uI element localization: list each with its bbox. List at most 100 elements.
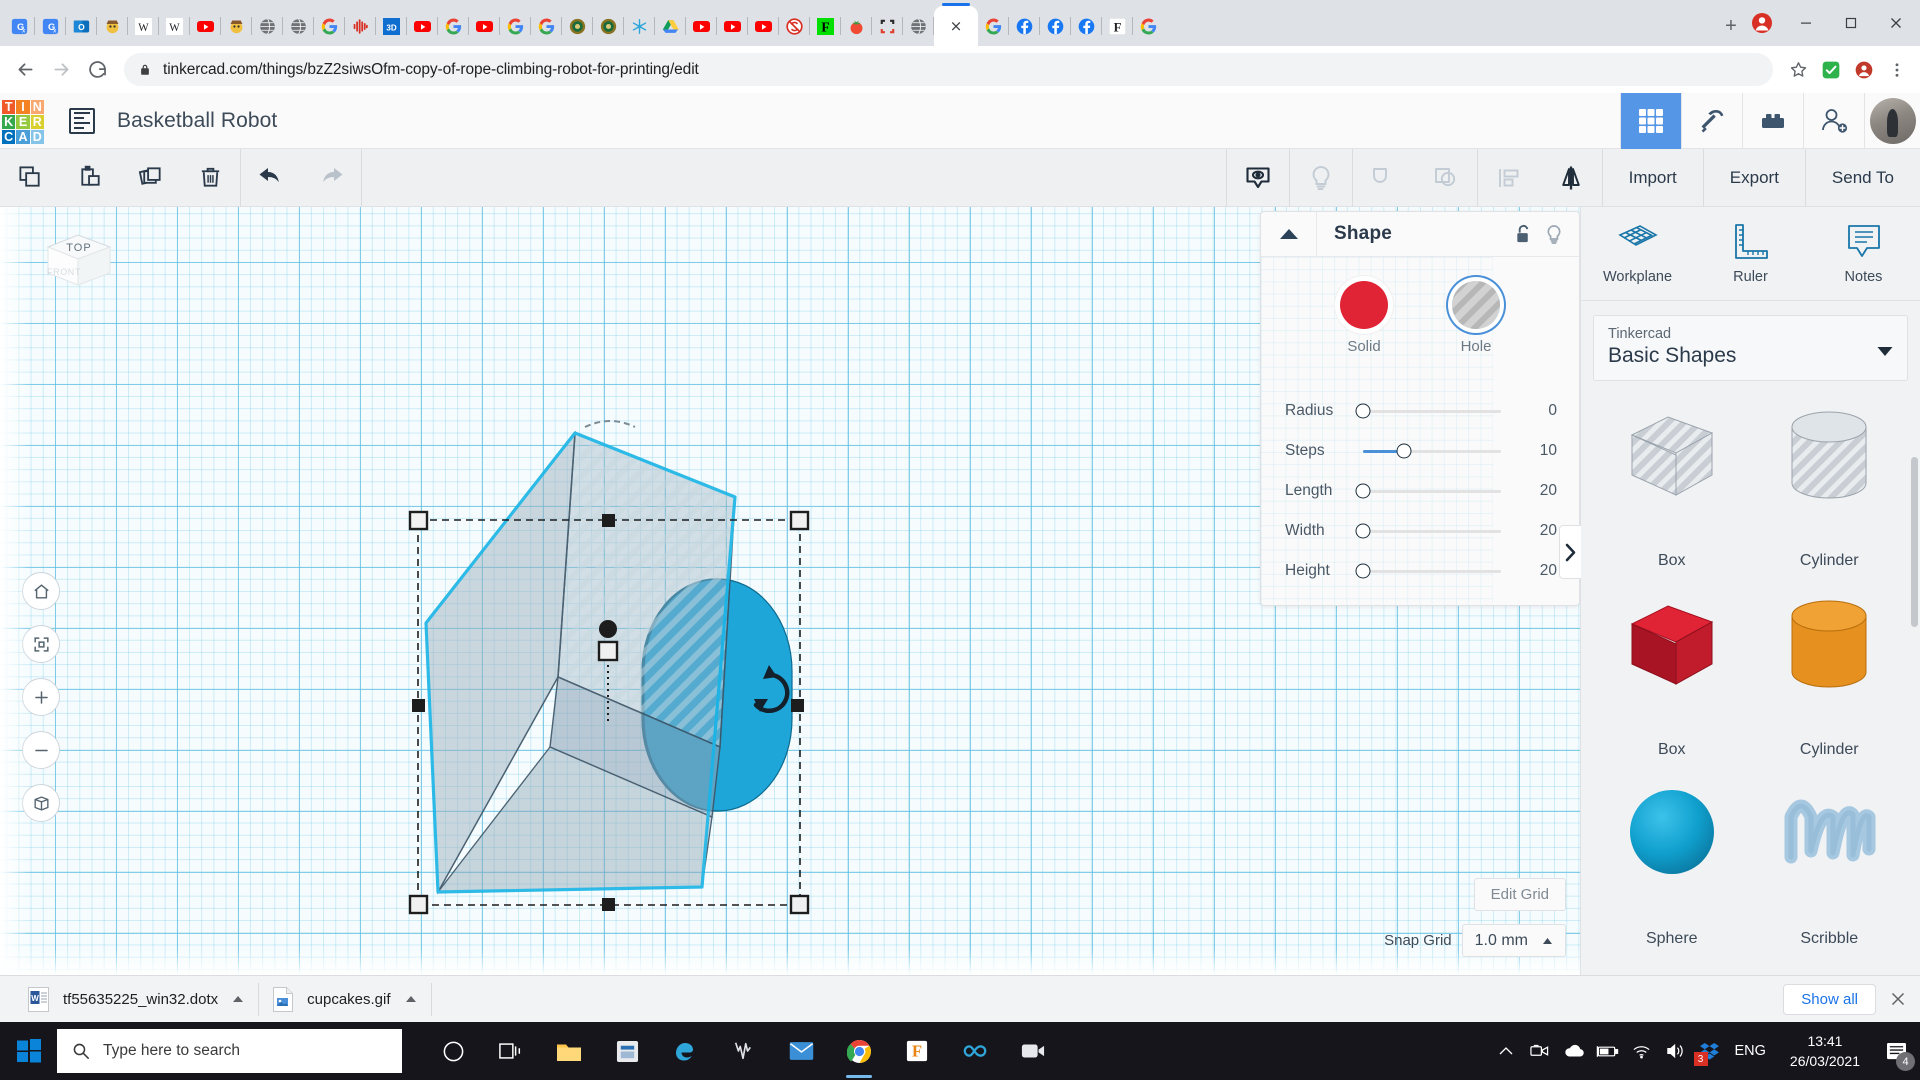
address-bar[interactable]: tinkercad.com/things/bzZ2siwsOfm-copy-of… [124, 53, 1773, 86]
three-dot-menu-icon[interactable] [1882, 55, 1912, 85]
slider-track-steps[interactable] [1363, 450, 1501, 453]
camera-video-icon[interactable] [1523, 1022, 1557, 1080]
browser-tab[interactable]: 3D [376, 6, 407, 46]
mark-icon[interactable] [714, 1022, 772, 1080]
collapse-panel-handle[interactable] [1559, 525, 1581, 579]
browser-tab[interactable] [978, 6, 1009, 46]
extension-puzzle-icon[interactable] [1849, 55, 1879, 85]
lego-brick-icon[interactable] [1742, 93, 1803, 149]
close-window-button[interactable] [1873, 7, 1918, 39]
chevron-up-icon[interactable] [1489, 1022, 1523, 1080]
show-all-downloads-button[interactable]: Show all [1783, 984, 1876, 1015]
import-button[interactable]: Import [1602, 149, 1703, 207]
download-item-1[interactable]: W tf55635225_win32.dotx [14, 983, 259, 1016]
browser-tab[interactable] [872, 6, 903, 46]
language-indicator[interactable]: ENG [1727, 1043, 1778, 1059]
list-menu-icon[interactable] [69, 108, 95, 134]
windows-start-icon[interactable] [0, 1022, 57, 1080]
forward-arrow-icon[interactable] [44, 53, 78, 87]
slider-value-steps[interactable]: 10 [1517, 442, 1579, 460]
browser-tab[interactable] [283, 6, 314, 46]
shape-item-cylinder-3[interactable]: Cylinder [1751, 584, 1909, 773]
pickaxe-icon[interactable] [1681, 93, 1742, 149]
browser-tab[interactable] [903, 6, 934, 46]
sidebar-scrollbar[interactable] [1911, 457, 1918, 627]
page-title[interactable]: Basketball Robot [117, 109, 277, 133]
back-arrow-icon[interactable] [8, 53, 42, 87]
slider-value-length[interactable]: 20 [1517, 482, 1579, 500]
infinity-icon[interactable] [946, 1022, 1004, 1080]
browser-tab[interactable] [655, 6, 686, 46]
browser-tab[interactable] [97, 6, 128, 46]
duplicate-icon[interactable] [120, 149, 180, 207]
library-dropdown[interactable]: Tinkercad Basic Shapes [1593, 315, 1908, 381]
maximize-button[interactable] [1828, 7, 1873, 39]
mail-icon[interactable] [772, 1022, 830, 1080]
sidebar-item-notes[interactable]: Notes [1807, 207, 1920, 300]
group-shapes-icon[interactable] [1353, 149, 1415, 207]
browser-tab[interactable] [438, 6, 469, 46]
slider-knob-width[interactable] [1356, 524, 1371, 539]
align-icon[interactable] [1478, 149, 1540, 207]
reload-icon[interactable] [80, 53, 114, 87]
browser-tab[interactable] [686, 6, 717, 46]
battery-charging-icon[interactable] [1591, 1022, 1625, 1080]
download-item-2[interactable]: cupcakes.gif [259, 983, 431, 1016]
lightbulb-icon[interactable] [1290, 149, 1352, 207]
wifi-icon[interactable] [1625, 1022, 1659, 1080]
hole-swatch[interactable] [1452, 281, 1500, 329]
browser-tab[interactable] [314, 6, 345, 46]
shape-item-scribble-5[interactable]: Scribble [1751, 773, 1909, 962]
speaker-icon[interactable] [1659, 1022, 1693, 1080]
browser-tab[interactable]: F [810, 6, 841, 46]
microsoft-store-icon[interactable] [598, 1022, 656, 1080]
slider-knob-length[interactable] [1356, 484, 1371, 499]
slider-track-radius[interactable] [1363, 410, 1501, 413]
browser-tab[interactable]: W [159, 6, 190, 46]
browser-tab[interactable] [624, 6, 655, 46]
lightbulb-icon[interactable] [1545, 224, 1563, 245]
browser-tab[interactable] [1040, 6, 1071, 46]
tinkercad-logo[interactable]: TINKERCAD [2, 100, 44, 142]
browser-tab[interactable] [531, 6, 562, 46]
close-downloads-bar-button[interactable] [1876, 992, 1920, 1006]
browser-tab[interactable] [221, 6, 252, 46]
sidebar-item-workplane[interactable]: Workplane [1581, 207, 1694, 300]
video-camera-icon[interactable] [1004, 1022, 1062, 1080]
slider-track-height[interactable] [1363, 570, 1501, 573]
browser-tab[interactable]: F [1102, 6, 1133, 46]
slider-value-radius[interactable]: 0 [1517, 402, 1579, 420]
redo-arrow-icon[interactable] [301, 149, 361, 207]
snap-grid-select[interactable]: 1.0 mm [1462, 924, 1566, 957]
chrome-icon[interactable] [830, 1022, 888, 1080]
browser-tab[interactable] [345, 6, 376, 46]
new-tab-button[interactable]: + [1717, 12, 1745, 40]
browser-tab[interactable] [1071, 6, 1102, 46]
avatar[interactable] [1864, 93, 1920, 149]
slider-knob-height[interactable] [1356, 564, 1371, 579]
shape-item-box-2[interactable]: Box [1593, 584, 1751, 773]
clock[interactable]: 13:41 26/03/2021 [1778, 1031, 1872, 1072]
shape-item-box-0[interactable]: Box [1593, 395, 1751, 584]
browser-tab[interactable] [593, 6, 624, 46]
browser-tab[interactable]: Gx [35, 6, 66, 46]
profile-chip[interactable] [1745, 6, 1779, 40]
browser-tab[interactable]: Gx [4, 6, 35, 46]
extension-check-icon[interactable] [1816, 55, 1846, 85]
folder-icon[interactable] [540, 1022, 598, 1080]
solid-option[interactable]: Solid [1340, 281, 1388, 355]
edge-icon[interactable] [656, 1022, 714, 1080]
slider-knob-radius[interactable] [1356, 404, 1371, 419]
mirror-flip-icon[interactable] [1540, 149, 1602, 207]
send-to-button[interactable]: Send To [1805, 149, 1920, 207]
browser-tab[interactable] [1133, 6, 1164, 46]
download-menu-caret-1[interactable] [232, 995, 244, 1003]
ungroup-shapes-icon[interactable] [1415, 149, 1477, 207]
active-tab[interactable]: × [934, 6, 978, 46]
browser-tab[interactable] [469, 6, 500, 46]
browser-tab[interactable] [1009, 6, 1040, 46]
browser-tab[interactable]: W [128, 6, 159, 46]
browser-tab[interactable] [407, 6, 438, 46]
browser-tab[interactable] [562, 6, 593, 46]
export-button[interactable]: Export [1703, 149, 1805, 207]
